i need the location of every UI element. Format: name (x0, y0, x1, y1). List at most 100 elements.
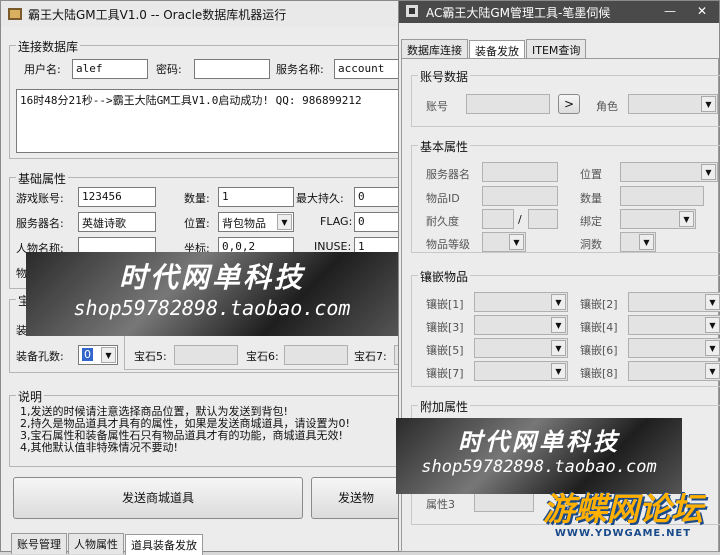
attr3-input[interactable] (474, 492, 534, 512)
chevron-down-icon[interactable]: ▼ (705, 340, 720, 356)
inlay-group-title: 镶嵌物品 (418, 268, 471, 285)
item-id-input[interactable] (482, 186, 558, 206)
flag-input[interactable]: 0 (354, 212, 402, 232)
gem6-input[interactable] (284, 345, 348, 365)
chevron-down-icon[interactable]: ▼ (701, 96, 716, 112)
send-mall-button[interactable]: 发送商城道具 (13, 477, 303, 519)
count-input[interactable]: 1 (218, 187, 294, 207)
inlay-3-select[interactable]: ▼ (474, 315, 568, 335)
account-go-button[interactable]: > (558, 94, 580, 114)
service-label: 服务名称: (276, 63, 324, 76)
inlay-7-label: 镶嵌[7] (426, 367, 464, 380)
server-name-input[interactable] (482, 162, 558, 182)
gem5-input[interactable] (174, 345, 238, 365)
inlay-1-select[interactable]: ▼ (474, 292, 568, 312)
watermark-2-title: 时代网单科技 (458, 428, 620, 456)
right-top-tabs: 数据库连接 装备发放 ITEM查询 (401, 39, 587, 61)
tab-character-attrs[interactable]: 人物属性 (68, 533, 124, 554)
inlay-5-select[interactable]: ▼ (474, 338, 568, 358)
note-line-4: 4,其他默认值非特殊情况不要动! (20, 441, 178, 454)
inlay-6-select[interactable]: ▼ (628, 338, 720, 358)
right-window-title: AC霸王大陆GM管理工具-笔墨伺候 (426, 5, 611, 20)
chevron-down-icon[interactable]: ▼ (705, 363, 720, 379)
max-durability-input[interactable] (528, 209, 558, 229)
basic-attributes-group: 基本属性 服务器名 位置 ▼ 物品ID 数量 耐久度 / 绑定 ▼ 物品等级 ▼… (411, 138, 720, 253)
chevron-down-icon[interactable]: ▼ (679, 211, 694, 227)
user-input[interactable]: alef (72, 59, 148, 79)
notes-group-title: 说明 (16, 388, 45, 405)
log-textarea[interactable]: 16时48分21秒-->霸王大陆GM工具V1.0启动成功! QQ: 986899… (16, 89, 402, 153)
role-label: 角色 (596, 100, 618, 113)
chevron-down-icon[interactable]: ▼ (551, 340, 566, 356)
basic-group-title: 基础属性 (16, 170, 69, 187)
item-level-select[interactable]: ▼ (482, 232, 526, 252)
position-select[interactable]: ▼ (620, 162, 718, 182)
chevron-down-icon[interactable]: ▼ (551, 317, 566, 333)
password-input[interactable] (194, 59, 270, 79)
bind-label: 绑定 (580, 215, 602, 228)
holes-select[interactable]: ▼ (620, 232, 656, 252)
inlay-8-select[interactable]: ▼ (628, 361, 720, 381)
minimize-button[interactable]: — (659, 1, 681, 21)
forum-logo-url: WWW.YDWGAME.NET (554, 528, 692, 539)
account-label: 游戏账号: (16, 192, 64, 205)
chevron-down-icon[interactable]: ▼ (551, 294, 566, 310)
server-label: 服务器名: (16, 217, 64, 230)
tab-item-query[interactable]: ITEM查询 (526, 39, 587, 60)
chevron-down-icon[interactable]: ▼ (705, 294, 720, 310)
chevron-down-icon[interactable]: ▼ (101, 347, 116, 363)
server-input[interactable]: 英雄诗歌 (78, 212, 156, 232)
chevron-down-icon[interactable]: ▼ (701, 164, 716, 180)
role-select[interactable]: ▼ (628, 94, 718, 114)
position-label: 位置: (184, 217, 210, 230)
account-data-group: 账号数据 账号 > 角色 ▼ (411, 68, 720, 127)
gem7-label: 宝石7: (354, 350, 387, 363)
inlay-5-label: 镶嵌[5] (426, 344, 464, 357)
account-label: 账号 (426, 100, 448, 113)
holes-label: 洞数 (580, 238, 602, 251)
send-other-button[interactable]: 发送物 (311, 477, 401, 519)
service-input[interactable]: account (334, 59, 402, 79)
gem5-label: 宝石5: (134, 350, 167, 363)
chevron-down-icon[interactable]: ▼ (705, 317, 720, 333)
bind-select[interactable]: ▼ (620, 209, 696, 229)
app-icon (7, 6, 23, 22)
flag-label: FLAG: (320, 215, 353, 228)
maxdur-input[interactable]: 0 (354, 187, 402, 207)
account-input[interactable]: 123456 (78, 187, 156, 207)
durability-input[interactable] (482, 209, 514, 229)
inlay-1-label: 镶嵌[1] (426, 298, 464, 311)
watermark-2-url: shop59782898.taobao.com (421, 457, 657, 477)
left-bottom-tabs: 账号管理 人物属性 道具装备发放 (11, 533, 204, 555)
count-input[interactable] (620, 186, 704, 206)
item-level-label: 物品等级 (426, 238, 470, 251)
tab-account-management[interactable]: 账号管理 (11, 533, 67, 554)
password-label: 密码: (156, 63, 182, 76)
maxdur-label: 最大持久: (296, 192, 344, 205)
watermark-banner-1: 时代网单科技 shop59782898.taobao.com (26, 252, 398, 336)
account-input[interactable] (466, 94, 550, 114)
position-select[interactable]: 背包物品 ▼ (218, 212, 294, 232)
position-label: 位置 (580, 168, 602, 181)
watermark-banner-2: 时代网单科技 shop59782898.taobao.com (396, 418, 682, 494)
close-button[interactable]: ✕ (687, 1, 717, 21)
chevron-down-icon[interactable]: ▼ (639, 234, 654, 250)
close-icon: ✕ (696, 4, 708, 18)
watermark-1-title: 时代网单科技 (118, 261, 305, 294)
inlay-2-select[interactable]: ▼ (628, 292, 720, 312)
forum-logo-text: 游蝶网论坛 (542, 490, 703, 528)
chevron-down-icon[interactable]: ▼ (551, 363, 566, 379)
forum-logo: 游蝶网论坛 WWW.YDWGAME.NET (526, 490, 720, 552)
count-label: 数量 (580, 192, 602, 205)
inlay-7-select[interactable]: ▼ (474, 361, 568, 381)
notes-group: 说明 1,发送的时候请注意选择商品位置，默认为发送到背包! 2,持久是物品道具才… (9, 388, 401, 467)
left-window-title: 霸王大陆GM工具V1.0 -- Oracle数据库机器运行 (28, 7, 287, 22)
inlay-6-label: 镶嵌[6] (580, 344, 618, 357)
holes-select[interactable]: 0 ▼ (78, 345, 118, 365)
inlay-4-label: 镶嵌[4] (580, 321, 618, 334)
chevron-down-icon[interactable]: ▼ (509, 234, 524, 250)
attr3-label: 属性3 (426, 498, 455, 511)
inlay-4-select[interactable]: ▼ (628, 315, 720, 335)
tab-db-connection[interactable]: 数据库连接 (401, 39, 468, 60)
chevron-down-icon[interactable]: ▼ (277, 214, 292, 230)
